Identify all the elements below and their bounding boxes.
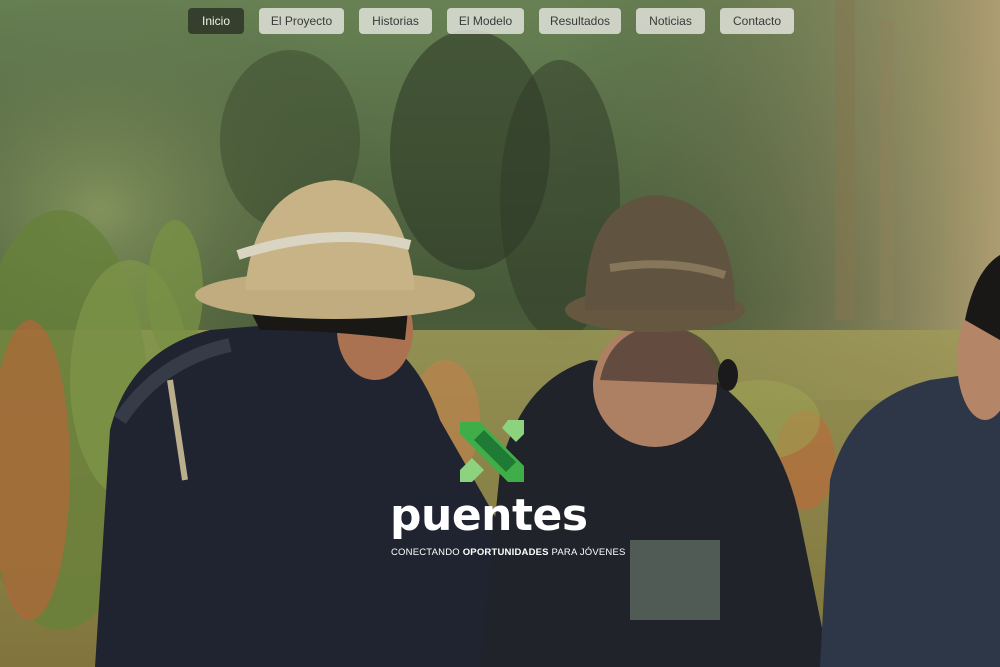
nav-item-contacto[interactable]: Contacto xyxy=(720,8,794,34)
puentes-logo[interactable]: puentes CONECTANDO OPORTUNIDADES PARA JÓ… xyxy=(390,418,626,568)
nav-item-noticias[interactable]: Noticias xyxy=(636,8,705,34)
nav-item-resultados[interactable]: Resultados xyxy=(539,8,621,34)
logo-wordmark: puentes xyxy=(390,490,588,541)
nav-item-historias[interactable]: Historias xyxy=(359,8,432,34)
nav-item-el-modelo[interactable]: El Modelo xyxy=(447,8,524,34)
nav-item-inicio[interactable]: Inicio xyxy=(188,8,244,34)
bridge-mark-icon xyxy=(460,420,524,482)
nav-item-el-proyecto[interactable]: El Proyecto xyxy=(259,8,344,34)
logo-tagline: CONECTANDO OPORTUNIDADES PARA JÓVENES xyxy=(391,547,626,558)
hero-section: Inicio El Proyecto Historias El Modelo R… xyxy=(0,0,1000,667)
